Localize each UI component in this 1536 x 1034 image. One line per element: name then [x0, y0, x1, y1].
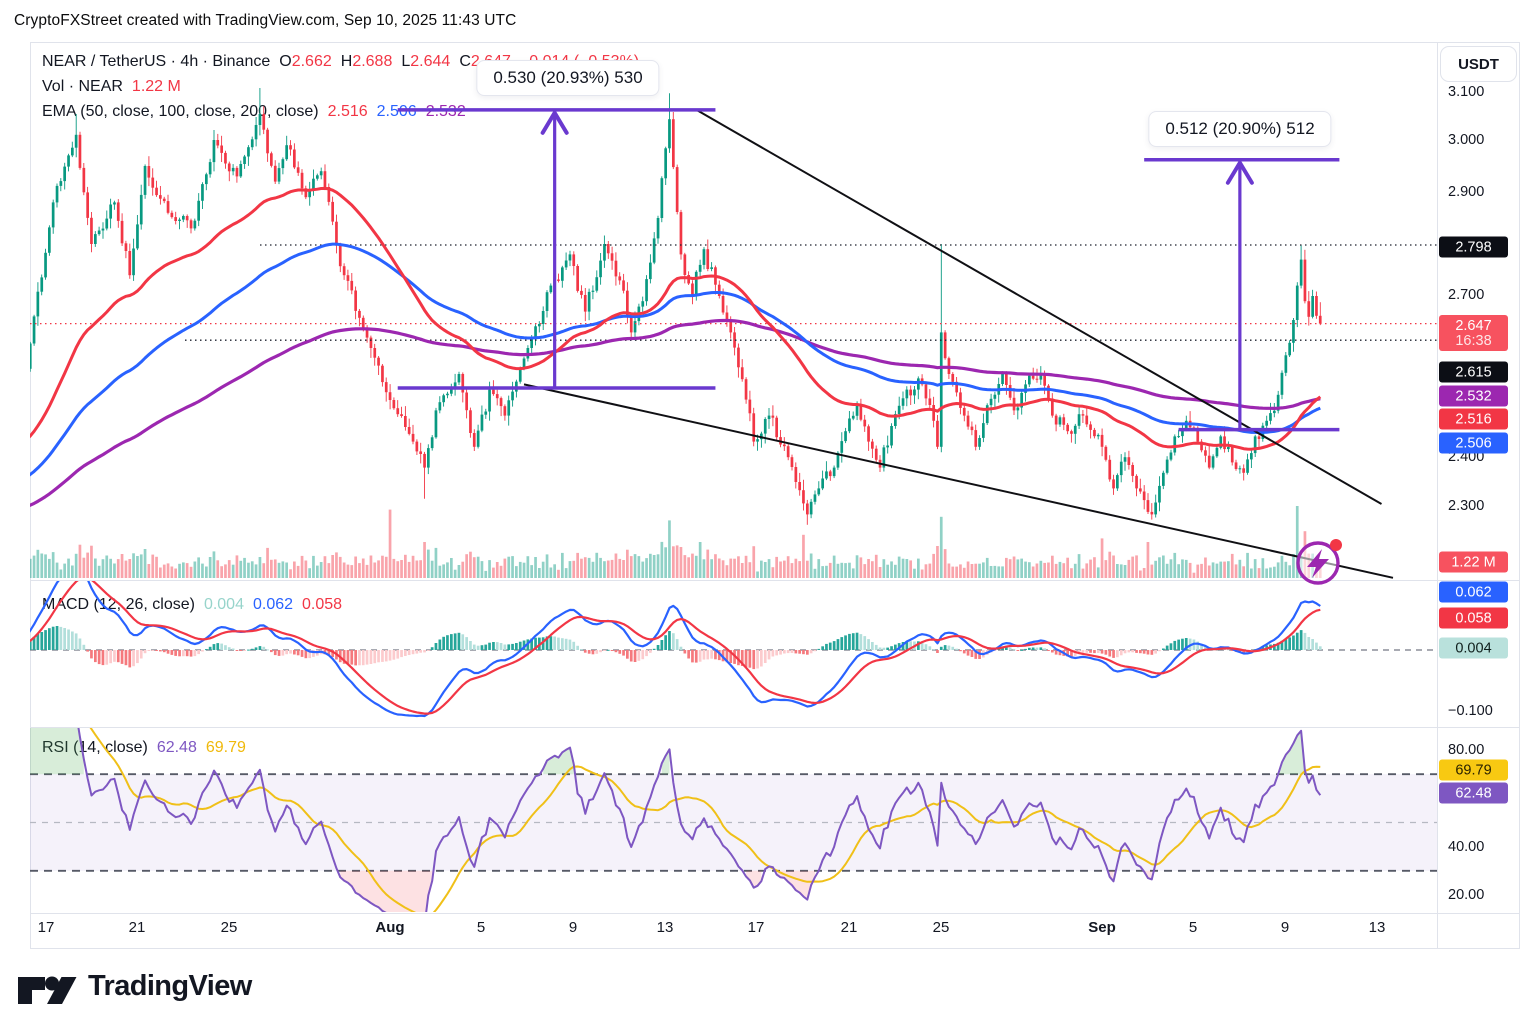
macd-pane	[0, 565, 1437, 716]
time-label-25: 25	[911, 919, 971, 936]
scale-badge-0.058: 0.058	[1439, 608, 1508, 629]
time-label-Aug: Aug	[360, 919, 420, 936]
scale-badge-0.062: 0.062	[1439, 582, 1508, 603]
scale-badge-2.532: 2.532	[1439, 386, 1508, 407]
scale-tick-40.00: 40.00	[1448, 839, 1484, 855]
measurement-label-2[interactable]: 0.512 (20.90%) 512	[1148, 111, 1331, 147]
time-label-5: 5	[451, 919, 511, 936]
scale-tick-3.100: 3.100	[1448, 84, 1484, 100]
price-scale[interactable]: 3.1003.0002.9002.7982.7002.4002.64716:38…	[1437, 42, 1519, 948]
tradingview-attribution[interactable]: TradingView	[18, 970, 252, 1003]
scale-tick-2.700: 2.700	[1448, 287, 1484, 303]
scale-badge-0.004: 0.004	[1439, 638, 1508, 659]
chart-canvas[interactable]	[0, 0, 1536, 1034]
scale-badge-69.79: 69.79	[1439, 760, 1508, 781]
measure-drawings[interactable]	[398, 110, 1340, 430]
trendlines[interactable]	[524, 110, 1393, 578]
time-label-21: 21	[819, 919, 879, 936]
scale-badge-2.516: 2.516	[1439, 409, 1508, 430]
level-lines	[30, 245, 1437, 340]
scale-tick-80.00: 80.00	[1448, 742, 1484, 758]
last-price-time: 16:38	[1439, 333, 1508, 349]
scale-badge-1.22 M: 1.22 M	[1439, 552, 1508, 573]
scale-badge-2.615: 2.615	[1439, 362, 1508, 383]
scale-badge-2.506: 2.506	[1439, 433, 1508, 454]
time-label-25: 25	[199, 919, 259, 936]
scale-tick-−0.100: −0.100	[1448, 703, 1493, 719]
time-axis[interactable]: 172125Aug5913172125Sep5913	[30, 915, 1437, 947]
time-label-9: 9	[543, 919, 603, 936]
scale-badge-62.48: 62.48	[1439, 783, 1508, 804]
rsi-pane	[0, 714, 1437, 926]
scale-badge-2.798: 2.798	[1439, 237, 1508, 258]
time-label-13: 13	[1347, 919, 1407, 936]
time-label-17: 17	[726, 919, 786, 936]
time-label-13: 13	[635, 919, 695, 936]
scale-tick-3.000: 3.000	[1448, 132, 1484, 148]
time-label-21: 21	[107, 919, 167, 936]
candles	[0, 88, 1322, 525]
scale-badge-2.647: 2.64716:38	[1439, 315, 1508, 351]
scale-tick-2.300: 2.300	[1448, 498, 1484, 514]
scale-tick-20.00: 20.00	[1448, 887, 1484, 903]
scale-tick-2.900: 2.900	[1448, 184, 1484, 200]
measurement-label-1[interactable]: 0.530 (20.93%) 530	[476, 60, 659, 96]
tradingview-snapshot: CryptoFXStreet created with TradingView.…	[0, 0, 1536, 1034]
brand-name: TradingView	[88, 970, 252, 1003]
time-label-Sep: Sep	[1072, 919, 1132, 936]
currency-toggle-button[interactable]: USDT	[1440, 46, 1517, 82]
time-label-9: 9	[1255, 919, 1315, 936]
time-label-5: 5	[1163, 919, 1223, 936]
time-label-17: 17	[16, 919, 76, 936]
